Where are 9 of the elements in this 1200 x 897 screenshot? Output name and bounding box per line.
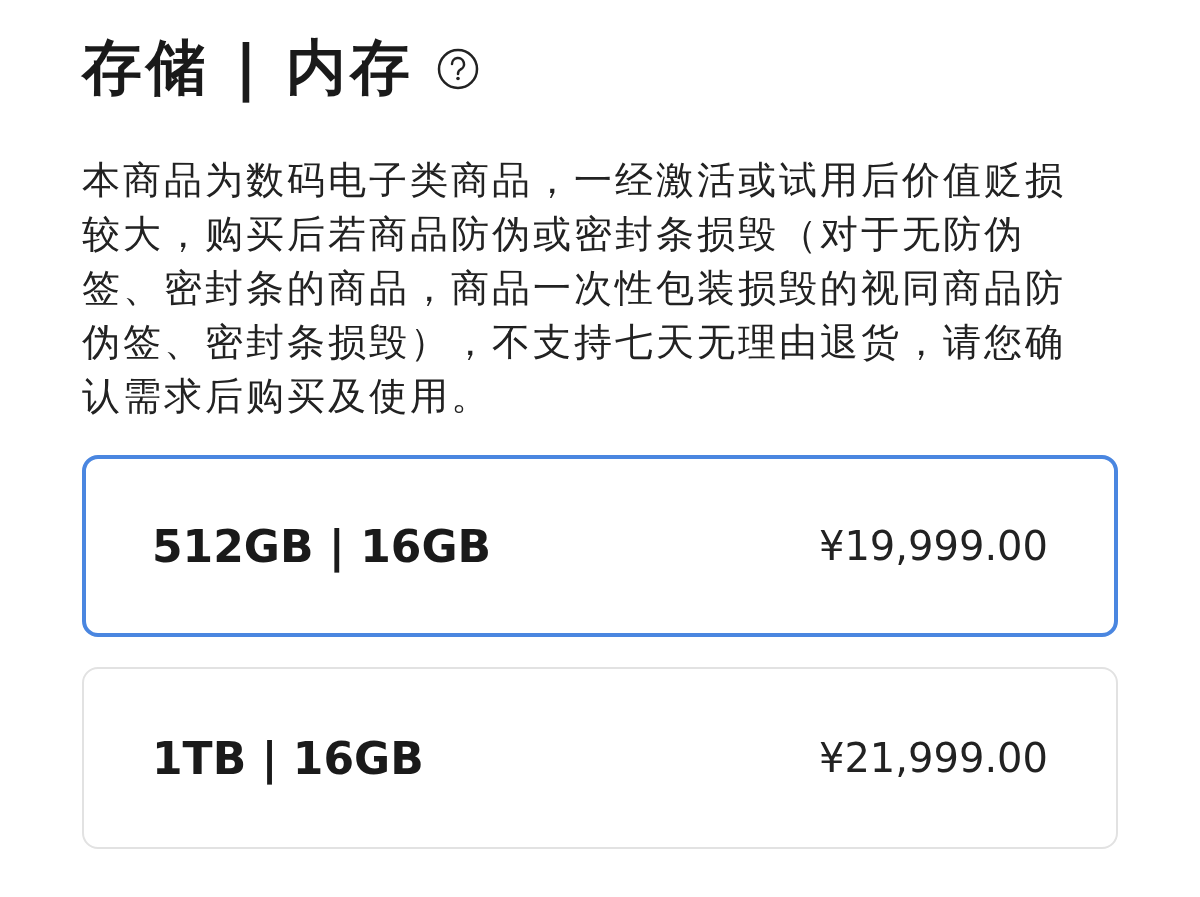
option-card[interactable]: 512GB | 16GB ¥19,999.00 [82,455,1118,637]
help-icon[interactable] [435,46,480,91]
option-label: 1TB | 16GB [152,732,424,784]
option-card[interactable]: 1TB | 16GB ¥21,999.00 [82,667,1118,849]
option-price: ¥21,999.00 [818,735,1048,781]
section-title: 存储 | 内存 [82,31,414,105]
option-label: 512GB | 16GB [152,520,492,572]
notice-text: 本商品为数码电子类商品，一经激活或试用后价值贬损较大，购买后若商品防伪或密封条损毁（对于无防伪签、密封条的商品，商品一次性包装损毁的视同商品防伪签、密封条损毁），不支持七天无理由退货，请您确认需求后购买及使用。 [82,157,1067,420]
option-price: ¥19,999.00 [818,523,1048,569]
